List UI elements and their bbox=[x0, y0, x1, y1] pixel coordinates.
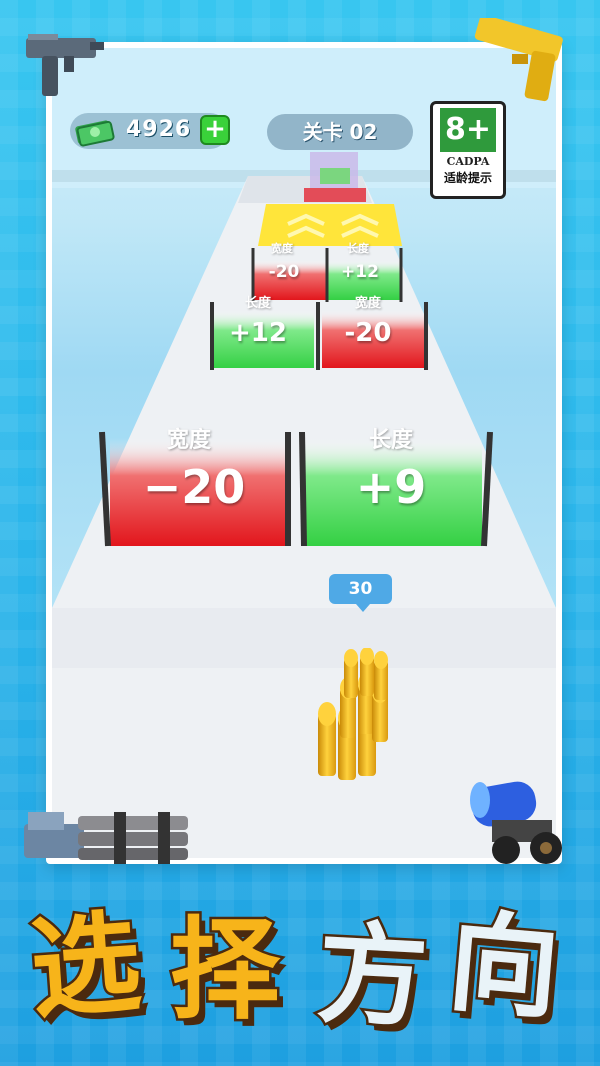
ammo-count-badge: 30 bbox=[329, 574, 392, 612]
gate-far-left-value: -20 bbox=[268, 262, 300, 282]
uzi-icon bbox=[26, 34, 104, 96]
gate-near-right-label: 长度 bbox=[368, 428, 413, 453]
gate-far-right-label: 长度 bbox=[347, 242, 369, 255]
gate-mid-right-label: 宽度 bbox=[354, 296, 381, 311]
title-char-2: 择 bbox=[168, 904, 283, 1037]
gate-near-right-value: +9 bbox=[355, 460, 427, 514]
money-amount: 4926 bbox=[126, 117, 192, 142]
cannon-icon bbox=[470, 781, 562, 864]
gate-mid-left-value: +12 bbox=[229, 318, 287, 348]
rating-org: CADPA bbox=[446, 155, 490, 168]
gate-near-left-value: −20 bbox=[142, 460, 246, 514]
add-money-button[interactable]: + bbox=[200, 115, 230, 145]
gate-mid-right-value: -20 bbox=[344, 318, 392, 348]
gate-far-left-label: 宽度 bbox=[271, 242, 293, 255]
gate-mid-left-label: 长度 bbox=[244, 296, 271, 311]
gate-far-right-value: +12 bbox=[341, 262, 379, 282]
age-rating-badge: 8+ CADPA 适龄提示 bbox=[430, 101, 506, 199]
title-char-1: 选 bbox=[24, 896, 148, 1036]
gate-near-left-label: 宽度 bbox=[166, 428, 211, 453]
promo-title: 选 择 方 向 bbox=[0, 870, 600, 1060]
age-rating: 8+ bbox=[440, 108, 496, 152]
title-char-3: 方 bbox=[312, 907, 434, 1046]
level-indicator: 关卡 02 bbox=[267, 114, 413, 150]
title-char-4: 向 bbox=[441, 895, 567, 1037]
cash-icon bbox=[75, 120, 115, 147]
bullet-group bbox=[318, 648, 388, 780]
bullet-stack bbox=[318, 648, 388, 780]
money-counter: 4926 + bbox=[70, 113, 230, 149]
pistol-icon bbox=[474, 18, 563, 102]
minigun-icon bbox=[24, 812, 188, 864]
rating-tip: 适龄提示 bbox=[443, 171, 492, 185]
